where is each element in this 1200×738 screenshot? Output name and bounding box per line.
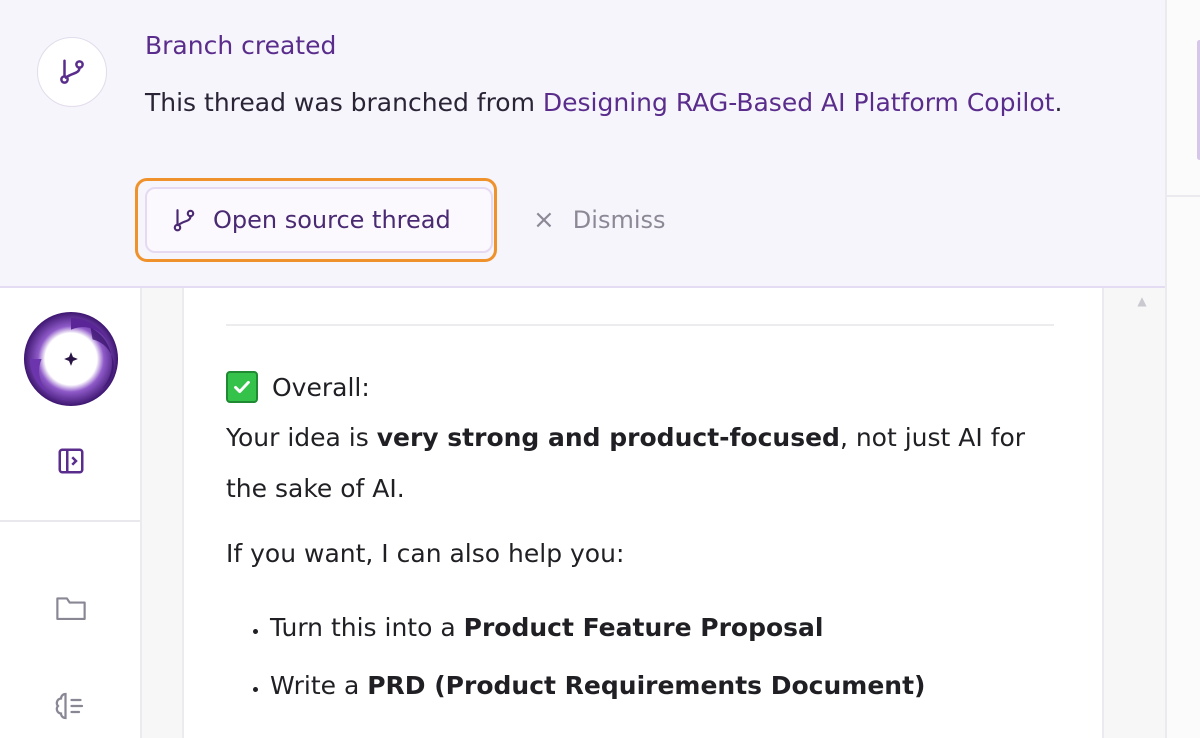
message-divider xyxy=(226,324,1054,326)
bullet-bold: Product Feature Proposal xyxy=(463,613,824,642)
branch-icon xyxy=(173,209,195,232)
banner-title: Branch created xyxy=(145,31,337,60)
app-logo-icon[interactable] xyxy=(22,310,120,408)
check-mark-icon xyxy=(226,371,258,403)
bullet-prefix: Write a xyxy=(270,671,368,700)
dismiss-label: Dismiss xyxy=(572,206,666,234)
p1-prefix: Your idea is xyxy=(226,423,377,452)
right-panel-edge xyxy=(1165,0,1200,738)
overall-heading: Overall: xyxy=(226,364,1066,410)
scrollbar[interactable] xyxy=(1130,288,1154,738)
folder-icon[interactable] xyxy=(54,593,88,623)
message-card: Overall: Your idea is very strong and pr… xyxy=(182,288,1104,738)
bullet-prefix: Turn this into a xyxy=(270,613,464,642)
sidebar-toggle-icon[interactable] xyxy=(56,446,86,476)
overall-label: Overall: xyxy=(272,372,370,402)
brain-icon[interactable] xyxy=(52,688,88,724)
list-item: Turn this into a Product Feature Proposa… xyxy=(270,599,1066,657)
assistant-message: Overall: Your idea is very strong and pr… xyxy=(226,364,1066,715)
branch-banner: Branch created This thread was branched … xyxy=(0,0,1165,288)
source-thread-link[interactable]: Designing RAG-Based AI Platform Copilot xyxy=(543,88,1055,117)
p1-bold: very strong and product-focused xyxy=(376,423,840,452)
sidebar xyxy=(0,288,142,738)
banner-text-suffix: . xyxy=(1054,88,1063,117)
banner-text: This thread was branched from Designing … xyxy=(145,80,1105,125)
sidebar-divider xyxy=(0,520,140,522)
list-item: Write a PRD (Product Requirements Docume… xyxy=(270,657,1066,715)
message-paragraph-2: If you want, I can also help you: xyxy=(226,539,625,568)
banner-text-prefix: This thread was branched from xyxy=(145,88,543,117)
message-paragraph: Your idea is very strong and product-foc… xyxy=(226,412,1066,514)
open-source-thread-button[interactable]: Open source thread xyxy=(145,187,493,253)
scroll-up-icon[interactable]: ▲ xyxy=(1130,294,1154,308)
dismiss-button[interactable]: × Dismiss xyxy=(533,198,666,242)
bullet-bold: PRD (Product Requirements Document) xyxy=(367,671,926,700)
chat-area: Overall: Your idea is very strong and pr… xyxy=(142,288,1165,738)
open-source-thread-label: Open source thread xyxy=(213,206,451,234)
help-list: Turn this into a Product Feature Proposa… xyxy=(226,599,1066,715)
branch-icon xyxy=(37,37,107,107)
close-icon: × xyxy=(533,205,555,235)
panel-divider xyxy=(1167,195,1200,197)
